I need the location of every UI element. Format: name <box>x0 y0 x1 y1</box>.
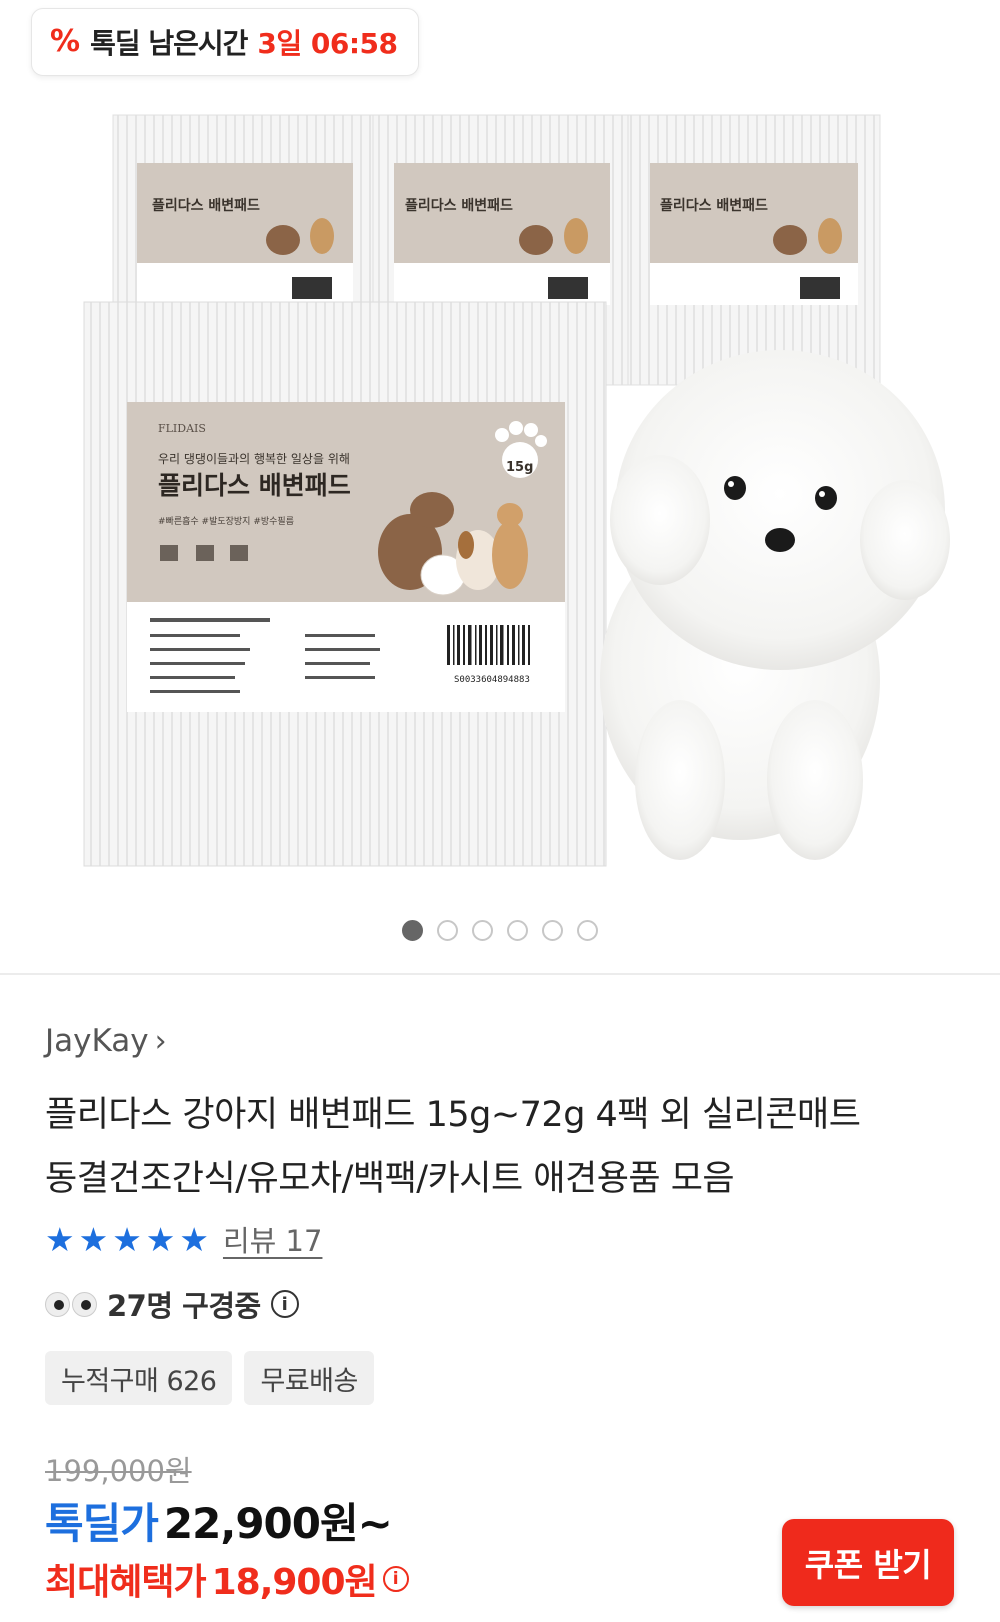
product-title-line: 동결건조간식/유모차/백팩/카시트 애견용품 모음 <box>45 1159 735 1199</box>
section-divider <box>0 973 1000 975</box>
timer-label: 톡딜 남은시간 <box>90 27 248 60</box>
max-benefit-price: 18,900원 <box>211 1562 378 1603</box>
star-icon: ★ <box>45 1219 75 1259</box>
carousel-dot[interactable] <box>542 920 563 941</box>
barcode-number: S0033604894883 <box>454 675 530 685</box>
viewers-row: 27명 구경중 i <box>45 1283 299 1325</box>
brand-link[interactable]: JayKay › <box>45 1023 167 1059</box>
carousel-dot[interactable] <box>402 920 423 941</box>
package-title: 플리다스 배변패드 <box>158 471 351 500</box>
star-icon: ★ <box>179 1219 209 1259</box>
product-title-line: 플리다스 강아지 배변패드 15g~72g 4팩 외 실리콘매트 <box>45 1095 861 1135</box>
package-brand: FLIDAIS <box>158 422 206 435</box>
package-title-small: 플리다스 배변패드 <box>152 198 260 214</box>
package-title-small: 플리다스 배변패드 <box>660 198 768 214</box>
free-shipping-chip: 무료배송 <box>244 1351 374 1405</box>
carousel-indicator <box>0 920 1000 941</box>
star-icon: ★ <box>112 1219 142 1259</box>
deal-timer-badge: % 톡딜 남은시간 3일 06:58 <box>31 8 419 76</box>
original-price: 199,000원 <box>45 1454 192 1488</box>
package-subtitle: 우리 댕댕이들과의 행복한 일상을 위해 <box>158 451 350 466</box>
bichon-dog-photo <box>600 350 950 860</box>
star-icon: ★ <box>145 1219 176 1259</box>
deal-price-row: 톡딜가 22,900원~ <box>45 1490 393 1551</box>
percent-icon: % <box>50 24 81 59</box>
brand-name: JayKay <box>45 1023 149 1059</box>
max-benefit-label: 최대혜택가 <box>45 1562 207 1603</box>
package-weight: 15g <box>506 460 533 475</box>
cumulative-purchase-chip: 누적구매 626 <box>45 1351 233 1405</box>
get-coupon-button[interactable]: 쿠폰 받기 <box>782 1519 954 1606</box>
info-icon[interactable]: i <box>270 1290 299 1318</box>
review-count-link[interactable]: 리뷰 17 <box>223 1218 322 1260</box>
carousel-dot[interactable] <box>507 920 528 941</box>
star-icon: ★ <box>78 1219 109 1259</box>
viewers-count: 27명 구경중 <box>107 1289 261 1323</box>
eyes-icon <box>45 1291 97 1317</box>
rating-row[interactable]: ★ ★ ★ ★ ★ 리뷰 17 <box>45 1218 322 1260</box>
timer-countdown: 3일 06:58 <box>257 27 398 60</box>
front-package: FLIDAIS 우리 댕댕이들과의 행복한 일상을 위해 플리다스 배변패드 #… <box>83 301 607 867</box>
carousel-dot[interactable] <box>472 920 493 941</box>
carousel-dot[interactable] <box>437 920 458 941</box>
max-benefit-row: 최대혜택가 18,900원 i <box>45 1553 409 1605</box>
carousel-dot[interactable] <box>577 920 598 941</box>
deal-price-label: 톡딜가 <box>45 1499 159 1548</box>
product-title: 플리다스 강아지 배변패드 15g~72g 4팩 외 실리콘매트 동결건조간식/… <box>45 1083 945 1211</box>
chevron-right-icon: › <box>154 1023 167 1059</box>
product-image[interactable]: 플리다스 배변패드 플리다스 배변패드 플리다스 배변패드 FLIDAIS 우리… <box>0 0 1000 972</box>
back-package-3: 플리다스 배변패드 <box>627 114 881 386</box>
info-icon[interactable]: i <box>382 1566 409 1592</box>
package-tags: #빠른흡수 #발도장방지 #방수필름 <box>158 515 294 527</box>
product-illustration: 플리다스 배변패드 플리다스 배변패드 플리다스 배변패드 FLIDAIS 우리… <box>83 114 950 867</box>
product-chips: 누적구매 626 무료배송 <box>45 1351 374 1405</box>
package-title-small: 플리다스 배변패드 <box>405 198 513 214</box>
deal-price: 22,900원~ <box>163 1499 393 1548</box>
